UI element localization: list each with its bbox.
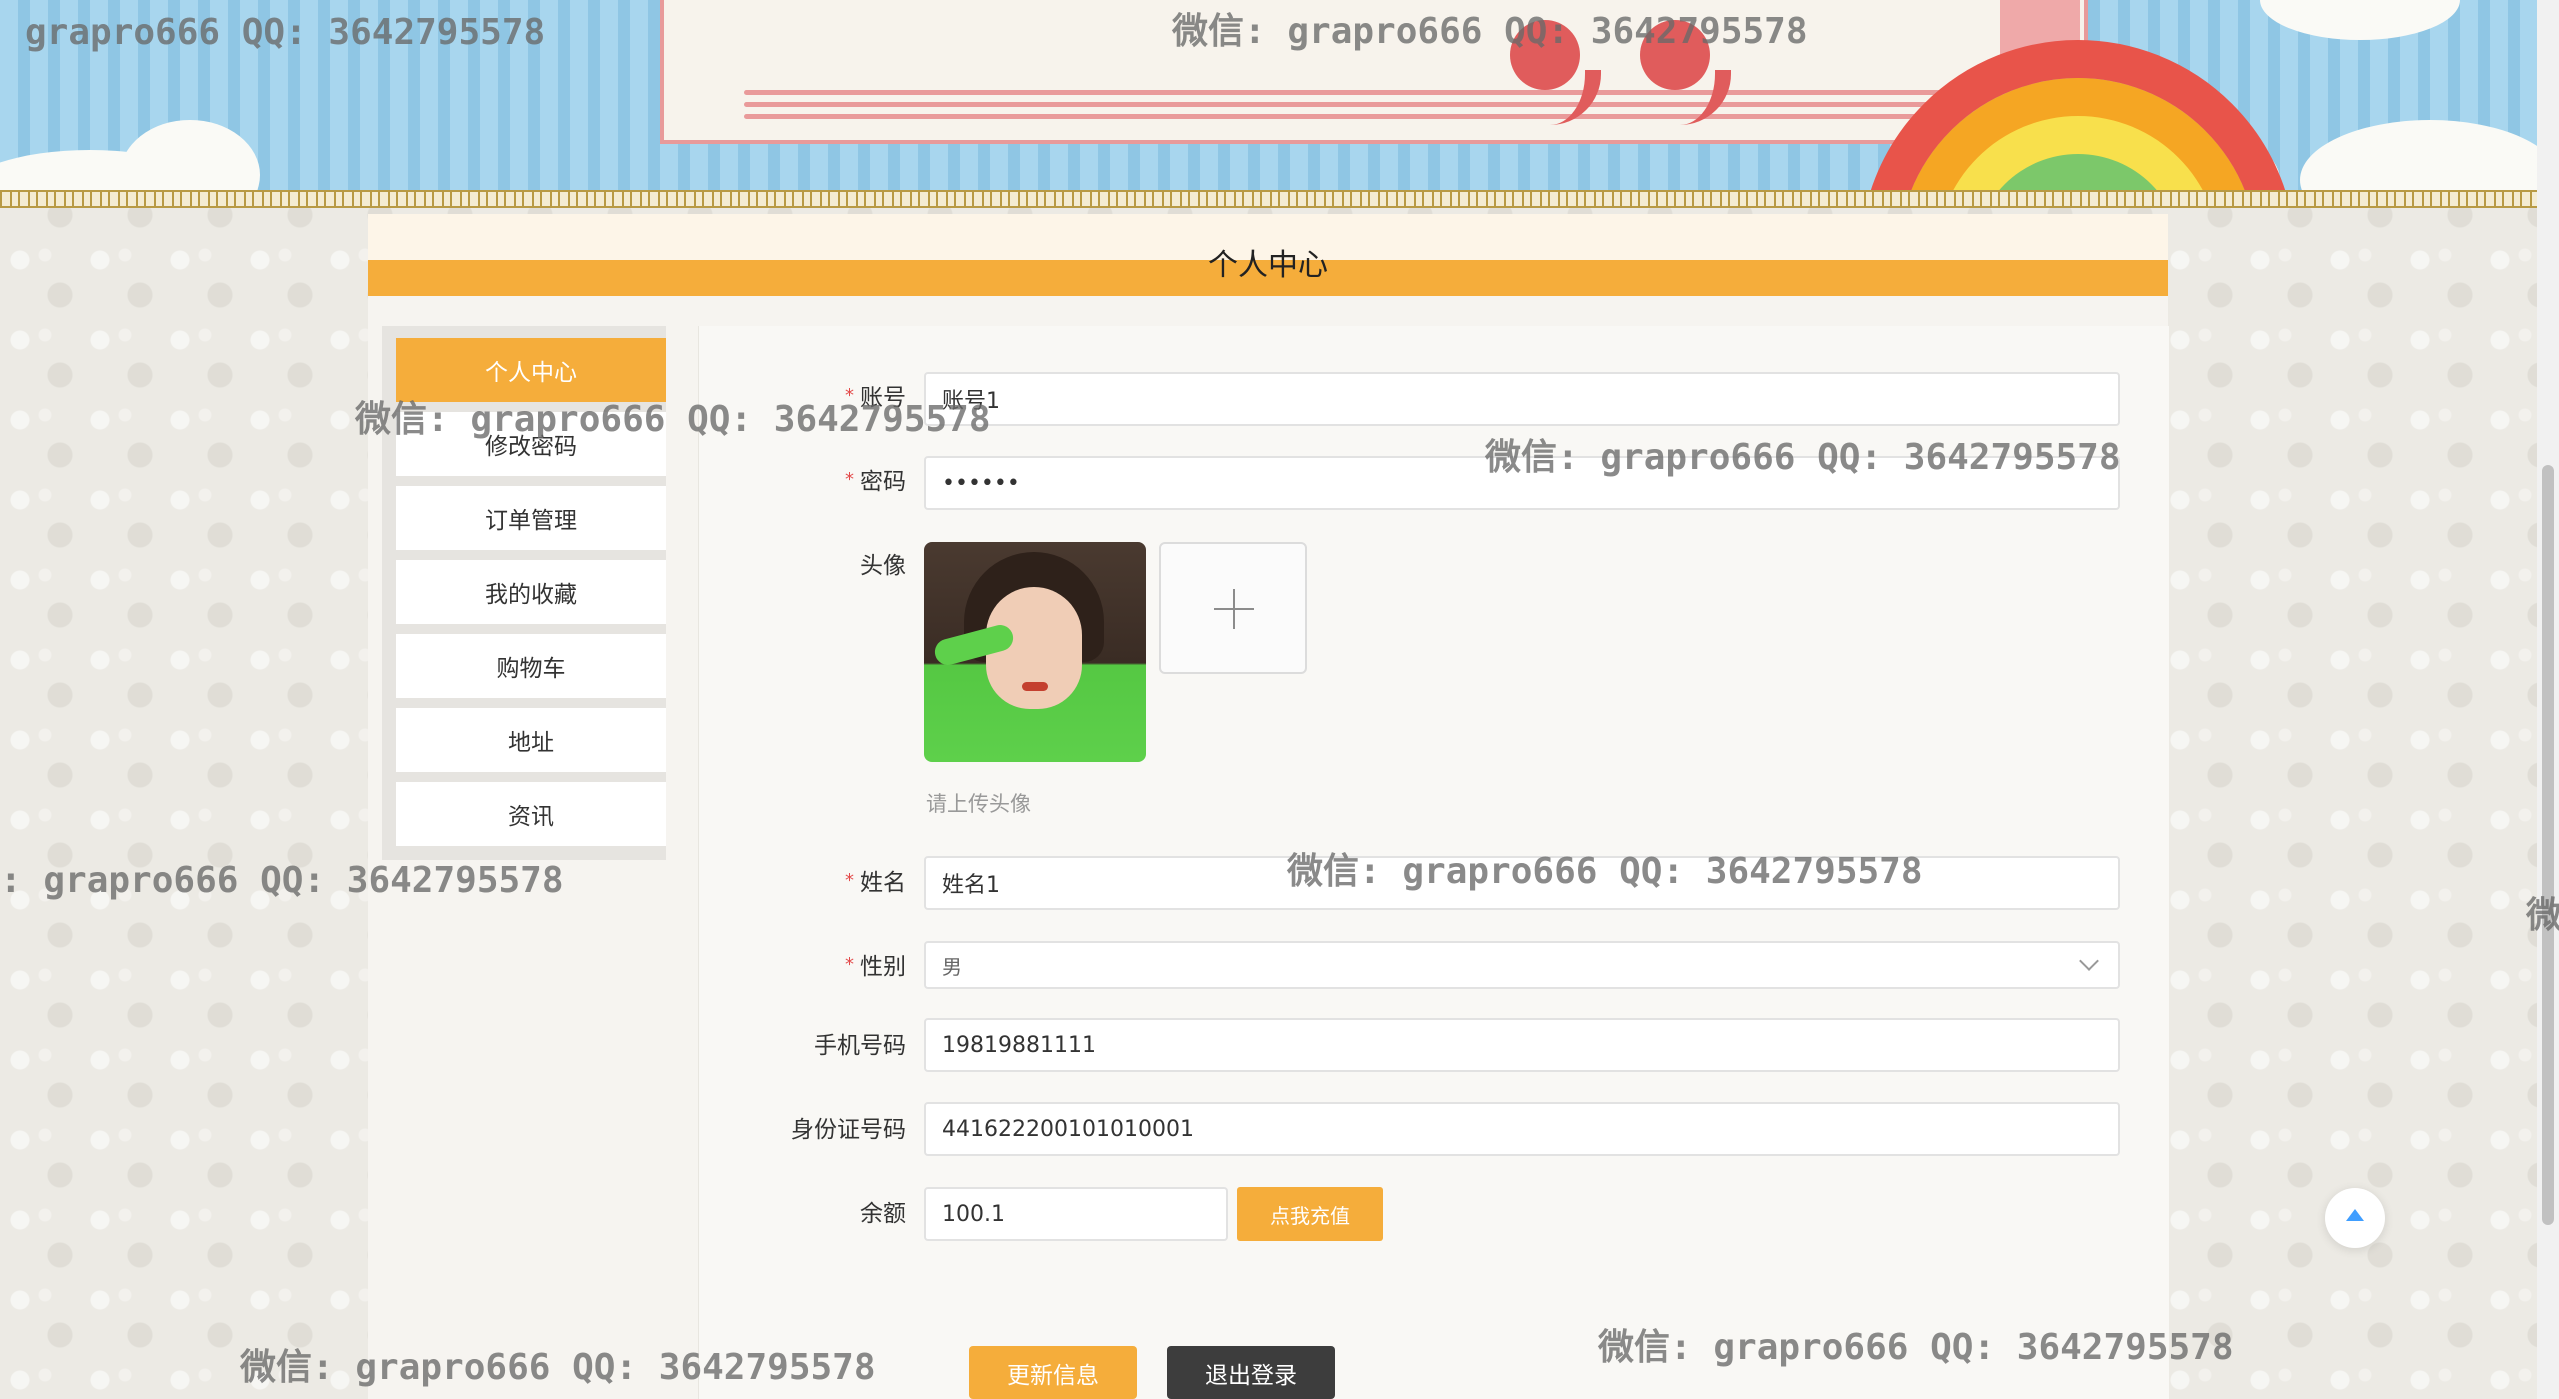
- sidebar-item-profile[interactable]: 个人中心: [396, 338, 666, 402]
- sidebar-item-favorites[interactable]: 我的收藏: [396, 560, 666, 624]
- decorative-border: [0, 190, 2540, 208]
- name-input[interactable]: 姓名1: [924, 856, 2120, 910]
- gender-select[interactable]: 男: [924, 941, 2120, 989]
- back-to-top-button[interactable]: [2325, 1188, 2385, 1248]
- page-title: 个人中心: [1208, 248, 1328, 283]
- sidebar-item-orders[interactable]: 订单管理: [396, 486, 666, 550]
- logout-button[interactable]: 退出登录: [1167, 1346, 1335, 1399]
- sidebar-item-news[interactable]: 资讯: [396, 782, 666, 846]
- sidebar-menu: 个人中心 修改密码 订单管理 我的收藏 购物车 地址 资讯: [382, 326, 666, 860]
- sidebar-item-cart[interactable]: 购物车: [396, 634, 666, 698]
- header-banner: [0, 0, 2540, 192]
- id-card-input[interactable]: 441622200101010001: [924, 1102, 2120, 1156]
- avatar-upload-button[interactable]: [1159, 542, 1307, 674]
- update-info-button[interactable]: 更新信息: [969, 1346, 1137, 1399]
- avatar-image: [924, 542, 1146, 762]
- gender-value: 男: [942, 954, 962, 979]
- phone-label: 手机号码: [814, 1033, 906, 1059]
- avatar-label: 头像: [860, 553, 906, 579]
- upload-hint: 请上传头像: [926, 792, 1031, 816]
- gender-label: * 性别: [845, 954, 906, 980]
- recharge-button[interactable]: 点我充值: [1237, 1187, 1383, 1241]
- chevron-down-icon: [2079, 951, 2099, 971]
- page-scrollbar[interactable]: [2537, 0, 2559, 1399]
- name-label: * 姓名: [845, 870, 906, 896]
- sidebar-item-change-password[interactable]: 修改密码: [396, 412, 666, 476]
- sidebar-item-address[interactable]: 地址: [396, 708, 666, 772]
- account-label: * 账号: [845, 385, 906, 411]
- balance-input[interactable]: 100.1: [924, 1187, 1228, 1241]
- password-label: * 密码: [845, 469, 906, 495]
- scrollbar-thumb[interactable]: [2542, 465, 2554, 1225]
- id-card-label: 身份证号码: [791, 1117, 906, 1143]
- phone-input[interactable]: 19819881111: [924, 1018, 2120, 1072]
- account-input[interactable]: 账号1: [924, 372, 2120, 426]
- balance-label: 余额: [860, 1201, 906, 1227]
- password-input[interactable]: ••••••: [924, 456, 2120, 510]
